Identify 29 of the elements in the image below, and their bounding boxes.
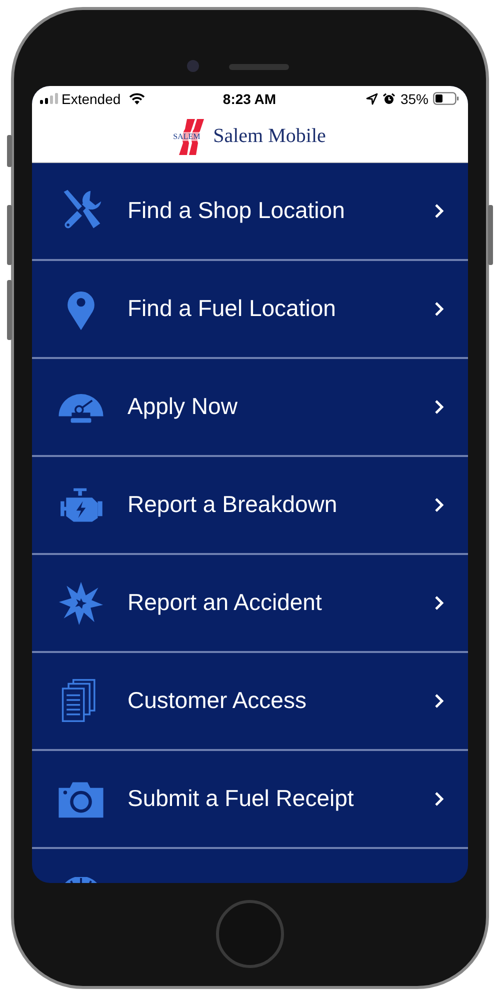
salem-logo: SALEM: [173, 116, 210, 156]
chevron-right-icon: [434, 300, 444, 316]
carrier-name: Extended: [62, 90, 121, 106]
menu-item[interactable]: Find a Fuel Location: [32, 260, 468, 358]
chevron-right-icon: [434, 790, 444, 806]
signal-icon: [40, 93, 58, 104]
battery-percent: 35%: [400, 90, 428, 106]
camera-lens: [186, 60, 198, 72]
menu-item[interactable]: Submit a Fuel Receipt: [32, 750, 468, 848]
menu-item[interactable]: Find a Shop Location: [32, 162, 468, 260]
chevron-right-icon: [434, 202, 444, 218]
menu-item[interactable]: Report an Accident: [32, 554, 468, 652]
side-button[interactable]: [6, 280, 12, 340]
wifi-icon: [128, 92, 145, 104]
chevron-right-icon: [434, 594, 444, 610]
menu-item[interactable]: Customer Access: [32, 652, 468, 750]
speaker-grille: [228, 64, 288, 70]
battery-icon: [433, 92, 460, 105]
menu-item[interactable]: Report a Breakdown: [32, 456, 468, 554]
chevron-right-icon: [434, 496, 444, 512]
chevron-right-icon: [434, 692, 444, 708]
location-arrow-icon: [366, 92, 378, 104]
menu-item[interactable]: Apply Now: [32, 358, 468, 456]
status-time: 8:23 AM: [222, 90, 276, 106]
chevron-right-icon: [434, 398, 444, 414]
app-title: Salem Mobile: [213, 125, 326, 148]
side-button[interactable]: [6, 134, 12, 166]
alarm-clock-icon: [383, 92, 396, 104]
side-button[interactable]: [6, 204, 12, 264]
